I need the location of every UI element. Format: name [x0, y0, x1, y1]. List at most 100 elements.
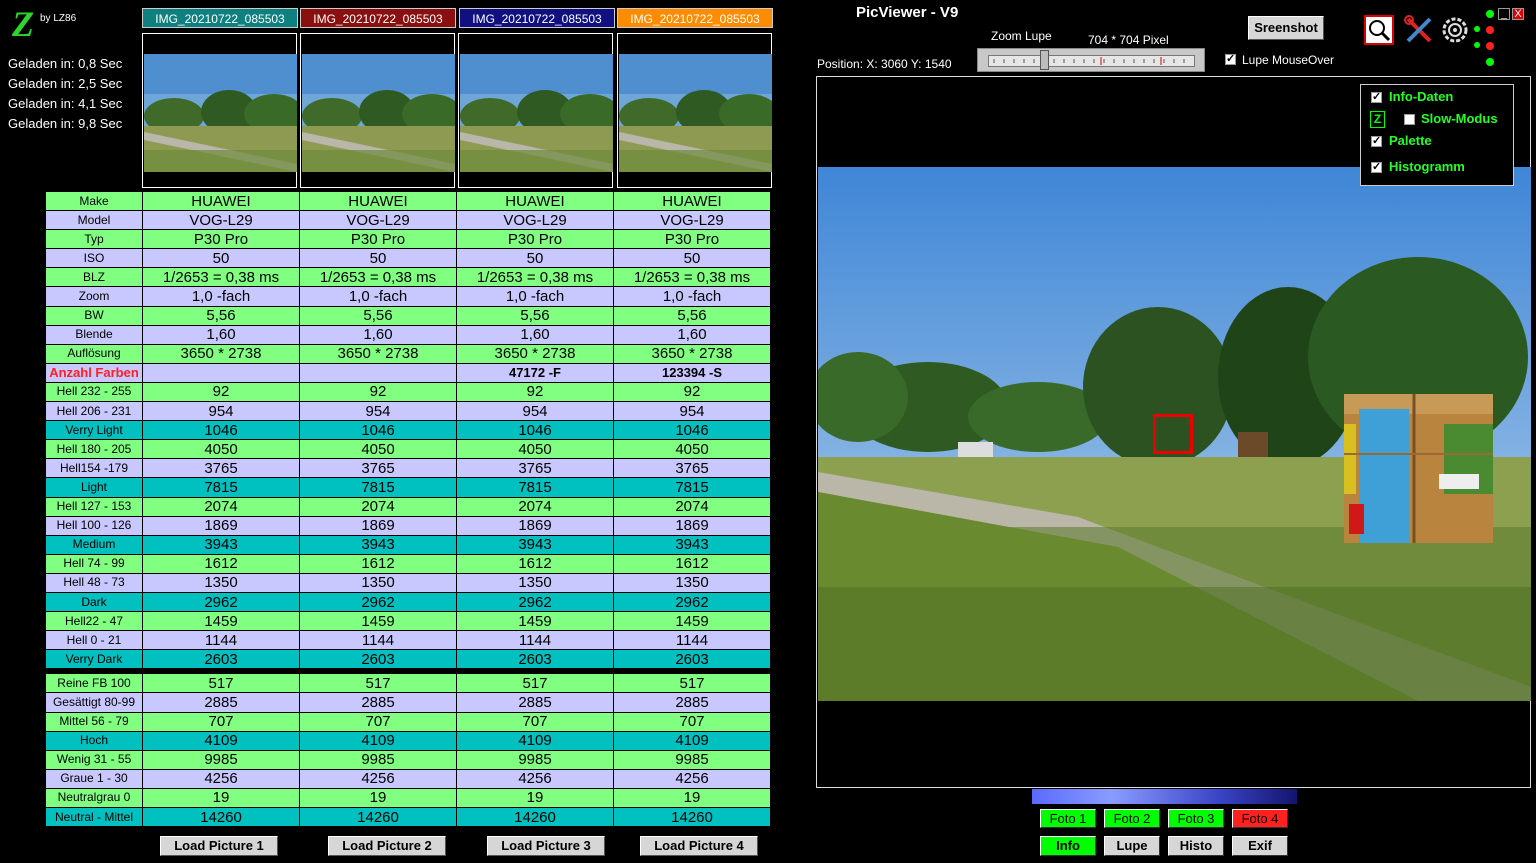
value-cell: HUAWEI: [142, 190, 300, 212]
value-cell: 1046: [299, 420, 457, 441]
image-name-tab-3[interactable]: IMG_20210722_085503: [459, 8, 615, 28]
close-button[interactable]: X: [1512, 8, 1524, 20]
row-label: Model: [45, 210, 143, 231]
settings-gear-icon[interactable]: [1440, 15, 1470, 45]
slider-ticks: [993, 57, 1185, 65]
value-cell: 3765: [613, 458, 771, 479]
value-cell: 954: [299, 401, 457, 422]
magnifier-icon[interactable]: [1364, 15, 1394, 45]
load-picture-2-button[interactable]: Load Picture 2: [328, 836, 446, 856]
value-cell: 517: [456, 673, 614, 694]
info-button[interactable]: Info: [1040, 836, 1096, 856]
value-cell: 1459: [456, 611, 614, 632]
lupe-selection-frame[interactable]: [1153, 414, 1193, 454]
slow-modus-checkbox[interactable]: [1404, 114, 1415, 125]
value-cell: 1612: [456, 553, 614, 574]
palette-checkbox[interactable]: ✓: [1371, 136, 1382, 147]
value-cell: 3943: [613, 534, 771, 555]
slider-thumb[interactable]: [1040, 50, 1049, 70]
value-cell: 1,0 -fach: [613, 286, 771, 307]
thumbnail-image: [460, 54, 613, 172]
load-picture-3-button[interactable]: Load Picture 3: [487, 836, 605, 856]
value-cell: 7815: [142, 477, 300, 498]
slow-modus-label: Slow-Modus: [1421, 111, 1498, 126]
row-label: Make: [45, 190, 143, 212]
lupe-button[interactable]: Lupe: [1104, 836, 1160, 856]
thumbnail-1[interactable]: [142, 33, 297, 188]
image-name-tab-2[interactable]: IMG_20210722_085503: [300, 8, 456, 28]
value-cell: 954: [613, 401, 771, 422]
value-cell: 4256: [142, 768, 300, 789]
foto-2-button[interactable]: Foto 2: [1104, 809, 1160, 828]
thumbnail-4[interactable]: [617, 33, 772, 188]
row-label: Zoom: [45, 286, 143, 307]
value-cell: 707: [456, 711, 614, 732]
value-cell: 954: [142, 401, 300, 422]
load-picture-4-button[interactable]: Load Picture 4: [640, 836, 758, 856]
value-cell: 2603: [613, 649, 771, 670]
value-cell: 1,60: [456, 324, 614, 345]
value-cell: 1350: [299, 572, 457, 593]
foto-4-button[interactable]: Foto 4: [1232, 809, 1288, 828]
value-cell: 7815: [456, 477, 614, 498]
value-cell: 707: [299, 711, 457, 732]
histogramm-checkbox[interactable]: ✓: [1371, 162, 1382, 173]
row-label: Neutralgrau 0: [45, 787, 143, 809]
value-cell: 1/2653 = 0,38 ms: [299, 267, 457, 288]
row-label: Medium: [45, 534, 143, 555]
minimize-button[interactable]: _: [1498, 8, 1510, 20]
table-row: Verry Dark 2603 2603 2603 2603: [45, 649, 771, 670]
table-row: Reine FB 100 517 517 517 517: [45, 673, 771, 694]
image-name-tab-1[interactable]: IMG_20210722_085503: [142, 8, 298, 28]
foto-3-button[interactable]: Foto 3: [1168, 809, 1224, 828]
table-row: Dark 2962 2962 2962 2962: [45, 591, 771, 613]
value-cell: 2885: [142, 692, 300, 713]
table-row: Wenig 31 - 55 9985 9985 9985 9985: [45, 749, 771, 770]
value-cell: 517: [299, 673, 457, 694]
value-cell: [299, 362, 457, 383]
histo-button[interactable]: Histo: [1168, 836, 1224, 856]
value-cell: 2074: [299, 496, 457, 517]
thumbnail-3[interactable]: [458, 33, 613, 188]
row-label: Hell 232 - 255: [45, 381, 143, 403]
value-cell: 4050: [456, 439, 614, 460]
value-cell: 3650 * 2738: [142, 343, 300, 364]
load-time-2: Geladen in: 2,5 Sec: [8, 76, 123, 91]
value-cell: 3650 * 2738: [613, 343, 771, 364]
row-label: Auflösung: [45, 343, 143, 364]
value-cell: 5,56: [299, 305, 457, 326]
slider-track: [988, 55, 1195, 67]
value-cell: 4050: [613, 439, 771, 460]
exif-button[interactable]: Exif: [1232, 836, 1288, 856]
value-cell: 2885: [613, 692, 771, 713]
value-cell: VOG-L29: [142, 210, 300, 231]
table-row: Zoom 1,0 -fach 1,0 -fach 1,0 -fach 1,0 -fach: [45, 286, 771, 307]
value-cell: 123394 -S: [613, 362, 771, 383]
app-author: by LZ86: [40, 13, 77, 24]
info-daten-label: Info-Daten: [1389, 89, 1454, 104]
lupe-magnifier-view: [1344, 394, 1493, 543]
load-picture-1-button[interactable]: Load Picture 1: [160, 836, 278, 856]
value-cell: 92: [142, 381, 300, 403]
lupe-mouseover-checkbox[interactable]: ✓: [1225, 54, 1236, 65]
load-time-1: Geladen in: 0,8 Sec: [8, 56, 123, 71]
value-cell: 2603: [456, 649, 614, 670]
value-cell: 1046: [456, 420, 614, 441]
table-row: Hell154 -179 3765 3765 3765 3765: [45, 458, 771, 479]
zoom-lupe-slider[interactable]: [977, 48, 1205, 72]
value-cell: 50: [299, 248, 457, 269]
value-cell: 707: [613, 711, 771, 732]
screenshot-button[interactable]: Sreenshot: [1248, 16, 1324, 40]
info-daten-checkbox[interactable]: ✓: [1371, 92, 1382, 103]
foto-1-button[interactable]: Foto 1: [1040, 809, 1096, 828]
value-cell: 3765: [142, 458, 300, 479]
value-cell: 7815: [613, 477, 771, 498]
value-cell: 4109: [142, 730, 300, 751]
row-label: Hell 100 - 126: [45, 515, 143, 536]
value-cell: 1,60: [299, 324, 457, 345]
tools-icon[interactable]: [1404, 15, 1434, 45]
image-name-tab-4[interactable]: IMG_20210722_085503: [617, 8, 773, 28]
thumbnail-2[interactable]: [300, 33, 455, 188]
value-cell: 2885: [456, 692, 614, 713]
row-label: Hell154 -179: [45, 458, 143, 479]
